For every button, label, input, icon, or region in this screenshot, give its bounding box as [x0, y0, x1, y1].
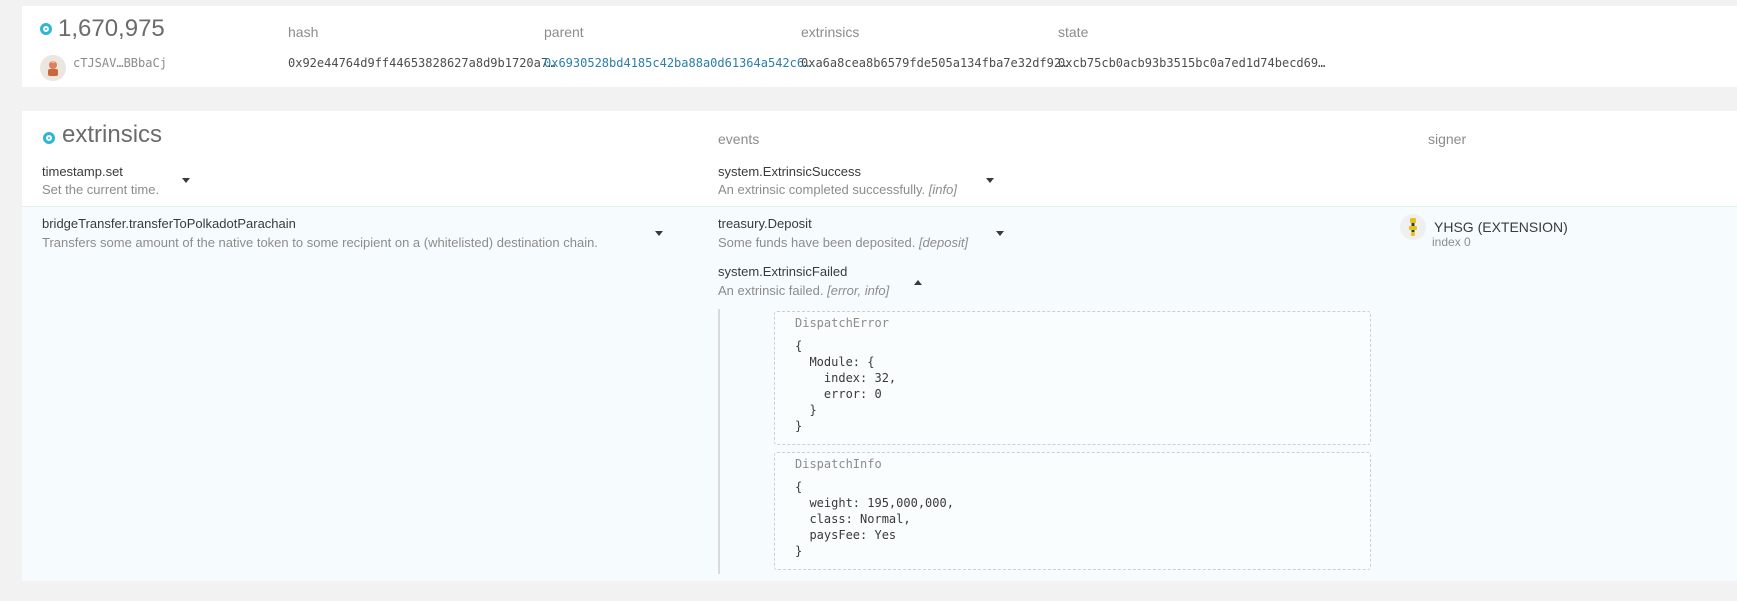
param-dispatch-info: DispatchInfo { weight: 195,000,000, clas… — [774, 452, 1371, 570]
expand-extrinsic-0-chevron-down-icon[interactable] — [182, 178, 190, 183]
expand-event-1-0-chevron-down-icon[interactable] — [996, 231, 1004, 236]
param-dispatch-error: DispatchError { Module: { index: 32, err… — [774, 311, 1371, 445]
section-dot-icon — [43, 132, 55, 144]
event-desc-1-0: Some funds have been deposited. [deposit… — [718, 235, 969, 250]
param-label-dispatch-error: DispatchError — [795, 316, 889, 330]
event-desc-0-0: An extrinsic completed successfully. [in… — [718, 182, 957, 197]
signer-label: signer — [1428, 131, 1467, 147]
event-tag-1-1: [error, info] — [827, 283, 890, 298]
state-root-value: 0xcb75cb0acb93b3515bc0a7ed1d74becd69… — [1058, 56, 1326, 70]
extrinsic-desc-0: Set the current time. — [42, 182, 160, 197]
expand-event-0-0-chevron-down-icon[interactable] — [986, 178, 994, 183]
event-desc-1-1: An extrinsic failed. [error, info] — [718, 283, 890, 298]
status-dot-icon — [40, 23, 52, 35]
extrinsics-root-value: 0xa6a8cea8b6579fde505a134fba7e32df92… — [801, 56, 1069, 70]
event-name-1-0: treasury.Deposit — [718, 216, 812, 231]
expand-extrinsic-1-chevron-down-icon[interactable] — [655, 231, 663, 236]
signer-name[interactable]: YHSG (EXTENSION) — [1434, 219, 1568, 235]
block-number: 1,670,975 — [58, 15, 165, 42]
extrinsics-title: extrinsics — [62, 121, 163, 148]
extrinsic-call-1: bridgeTransfer.transferToPolkadotParacha… — [42, 216, 296, 231]
param-value-dispatch-error: { Module: { index: 32, error: 0 } } — [795, 339, 897, 433]
param-label-dispatch-info: DispatchInfo — [795, 457, 882, 471]
parent-hash-link[interactable]: 0x6930528bd4185c42ba88a0d61364a542c6… — [544, 56, 811, 70]
collapse-event-1-1-chevron-up-icon[interactable] — [914, 280, 922, 285]
state-label: state — [1058, 24, 1089, 40]
parent-label: parent — [544, 24, 584, 40]
extrinsic-call-0: timestamp.set — [42, 164, 123, 179]
param-value-dispatch-info: { weight: 195,000,000, class: Normal, pa… — [795, 480, 954, 558]
block-header-card: 1,670,975 hash parent extrinsics state c… — [22, 6, 1737, 87]
events-label: events — [718, 131, 760, 147]
extrinsics-card: extrinsics events signer timestamp.set S… — [22, 111, 1737, 581]
event-name-0-0: system.ExtrinsicSuccess — [718, 164, 862, 179]
extrinsic-desc-1: Transfers some amount of the native toke… — [42, 235, 598, 250]
signer-index: index 0 — [1432, 235, 1471, 249]
event-tag-1-0: [deposit] — [918, 235, 969, 250]
extrinsics-root-label: extrinsics — [801, 24, 860, 40]
author-address[interactable]: cTJSAV…BBbaCj — [73, 56, 167, 70]
signer-identicon-icon[interactable] — [1400, 214, 1426, 240]
event-tag-0-0: [info] — [928, 182, 957, 197]
params-divider — [718, 309, 720, 574]
hash-label: hash — [288, 24, 319, 40]
block-hash-value: 0x92e44764d9ff44653828627a8d9b1720a7… — [288, 56, 556, 70]
author-avatar-icon[interactable] — [40, 55, 66, 81]
event-name-1-1: system.ExtrinsicFailed — [718, 264, 848, 279]
